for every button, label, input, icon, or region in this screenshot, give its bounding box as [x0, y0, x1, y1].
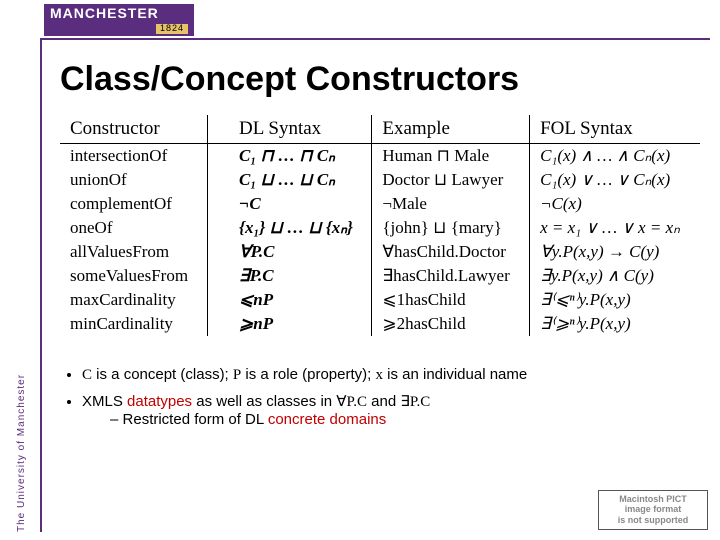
table-row: allValuesFrom ∀P.C∀hasChild.Doctor∀y.P(x,… — [60, 240, 700, 264]
cell-example: ⩽1hasChild — [372, 288, 530, 312]
cell-spacer — [207, 216, 229, 240]
cell-example: ⩾2hasChild — [372, 312, 530, 336]
cell-constructor: unionOf — [60, 168, 207, 192]
cell-constructor: complementOf — [60, 192, 207, 216]
cell-dl: ¬C — [229, 192, 372, 216]
table-row: minCardinality ⩾nP⩾2hasChild∃⁽⩾ⁿ⁾y.P(x,y) — [60, 312, 700, 336]
cell-fol: x = x₁ ∨ … ∨ x = xₙ — [530, 216, 700, 240]
cell-constructor: allValuesFrom — [60, 240, 207, 264]
cell-constructor: maxCardinality — [60, 288, 207, 312]
cell-example: ¬Male — [372, 192, 530, 216]
cell-spacer — [207, 168, 229, 192]
cell-spacer — [207, 143, 229, 168]
th-example: Example — [372, 115, 530, 143]
cell-constructor: intersectionOf — [60, 143, 207, 168]
cell-example: ∀hasChild.Doctor — [372, 240, 530, 264]
cell-fol: ∃⁽⩽ⁿ⁾y.P(x,y) — [530, 288, 700, 312]
th-spacer1 — [207, 115, 229, 143]
cell-spacer — [207, 192, 229, 216]
cell-fol: C₁(x) ∧ … ∧ Cₙ(x) — [530, 143, 700, 168]
bullet-2-sub: Restricted form of DL concrete domains — [110, 411, 700, 428]
slide-content: Class/Concept Constructors Constructor D… — [60, 60, 700, 520]
constructors-table: Constructor DL Syntax Example FOL Syntax… — [60, 115, 700, 336]
table-row: complementOf ¬C¬Male¬C(x) — [60, 192, 700, 216]
cell-example: {john} ⊔ {mary} — [372, 216, 530, 240]
horizontal-rule — [42, 38, 710, 40]
table-row: intersectionOf C₁ ⊓ … ⊓ CₙHuman ⊓ MaleC₁(… — [60, 143, 700, 168]
cell-dl: C₁ ⊔ … ⊔ Cₙ — [229, 168, 372, 192]
cell-spacer — [207, 288, 229, 312]
cell-fol: ¬C(x) — [530, 192, 700, 216]
vertical-rule — [40, 38, 42, 532]
sidebar-university-name: The University of Manchester — [16, 40, 40, 532]
cell-dl: C₁ ⊓ … ⊓ Cₙ — [229, 143, 372, 168]
cell-constructor: someValuesFrom — [60, 264, 207, 288]
cell-spacer — [207, 240, 229, 264]
table-row: oneOf {x₁} ⊔ … ⊔ {xₙ}{john} ⊔ {mary}x = x… — [60, 216, 700, 240]
cell-example: ∃hasChild.Lawyer — [372, 264, 530, 288]
cell-spacer — [207, 264, 229, 288]
cell-example: Human ⊓ Male — [372, 143, 530, 168]
cell-example: Doctor ⊔ Lawyer — [372, 168, 530, 192]
page-title: Class/Concept Constructors — [60, 60, 700, 99]
table-row: unionOf C₁ ⊔ … ⊔ CₙDoctor ⊔ LawyerC₁(x) ∨… — [60, 168, 700, 192]
bullet-1: C is a concept (class); P is a role (pro… — [82, 366, 700, 384]
cell-dl: ∀P.C — [229, 240, 372, 264]
cell-fol: ∃y.P(x,y) ∧ C(y) — [530, 264, 700, 288]
cell-fol: ∀y.P(x,y) → C(y) — [530, 240, 700, 264]
cell-spacer — [207, 312, 229, 336]
pict-placeholder: Macintosh PICT image format is not suppo… — [598, 490, 708, 530]
cell-fol: ∃⁽⩾ⁿ⁾y.P(x,y) — [530, 312, 700, 336]
cell-dl: ∃P.C — [229, 264, 372, 288]
table-row: maxCardinality ⩽nP⩽1hasChild∃⁽⩽ⁿ⁾y.P(x,y) — [60, 288, 700, 312]
logo-text: MANCHESTER — [50, 6, 188, 21]
cell-dl: ⩽nP — [229, 288, 372, 312]
cell-constructor: oneOf — [60, 216, 207, 240]
bullet-2: XMLS datatypes as well as classes in ∀P.… — [82, 392, 700, 428]
logo-year: 1824 — [156, 24, 188, 34]
cell-fol: C₁(x) ∨ … ∨ Cₙ(x) — [530, 168, 700, 192]
cell-dl: ⩾nP — [229, 312, 372, 336]
cell-constructor: minCardinality — [60, 312, 207, 336]
university-logo: MANCHESTER 1824 — [44, 4, 194, 36]
th-fol: FOL Syntax — [530, 115, 700, 143]
notes: C is a concept (class); P is a role (pro… — [60, 366, 700, 428]
cell-dl: {x₁} ⊔ … ⊔ {xₙ} — [229, 216, 372, 240]
th-dl: DL Syntax — [229, 115, 372, 143]
table-row: someValuesFrom ∃P.C∃hasChild.Lawyer∃y.P(x… — [60, 264, 700, 288]
th-constructor: Constructor — [60, 115, 207, 143]
